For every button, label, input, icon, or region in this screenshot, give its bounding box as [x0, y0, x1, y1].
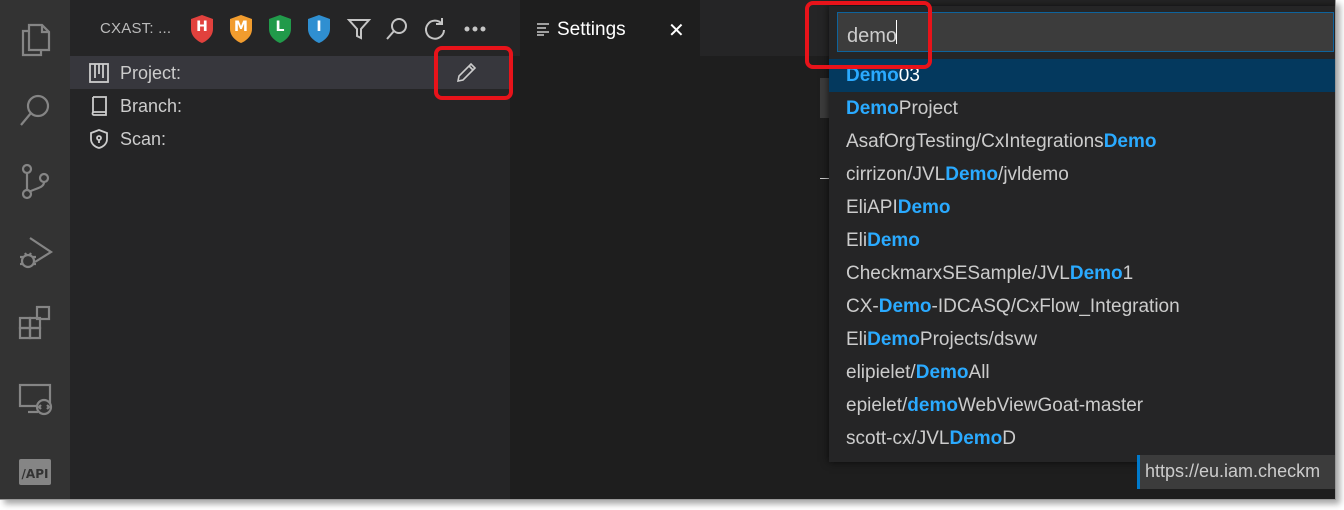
item-text-pre: AsafOrgTesting/CxIntegrations — [846, 131, 1104, 152]
source-control-icon[interactable] — [0, 148, 70, 214]
tree-item-scan[interactable]: Scan: — [70, 122, 510, 155]
badge-letter: L — [275, 19, 285, 35]
quick-pick-item[interactable]: elipielet/DemoAll — [829, 356, 1335, 389]
item-text-match: Demo — [878, 296, 932, 317]
item-text-match: Demo — [867, 230, 920, 251]
item-text-match: Demo — [1069, 263, 1123, 284]
item-text-match: Demo — [846, 98, 899, 119]
tab-label: Settings — [557, 19, 626, 40]
badge-letter: I — [316, 19, 322, 35]
low-severity-filter-icon[interactable]: L — [267, 14, 293, 44]
info-severity-filter-icon[interactable]: I — [306, 14, 332, 44]
item-text-match: demo — [907, 395, 958, 416]
more-actions-icon[interactable] — [462, 16, 488, 42]
quick-pick-item[interactable]: EliAPIDemo — [829, 191, 1335, 224]
quick-pick-item[interactable]: EliDemo — [829, 224, 1335, 257]
search-icon[interactable] — [384, 16, 410, 42]
tree-item-label: Scan: — [120, 129, 167, 149]
item-text-match: Demo — [949, 428, 1003, 449]
shield-icon — [88, 128, 110, 150]
item-text-post: /jvldemo — [998, 164, 1069, 185]
activity-bar: /API — [0, 0, 70, 499]
quick-pick-item[interactable]: CheckmarxSESample/JVLDemo1 — [829, 257, 1335, 290]
item-text-match: Demo — [915, 362, 969, 383]
api-icon[interactable]: /API — [0, 438, 70, 499]
project-board-icon — [88, 62, 110, 84]
annotation-highlight-edit — [434, 46, 513, 100]
item-text-pre: epielet/ — [846, 395, 908, 416]
item-text-pre: Eli — [846, 329, 868, 350]
item-text-pre: cirrizon/JVL — [846, 164, 946, 185]
item-text-post: WebViewGoat-master — [957, 395, 1144, 416]
sidebar-title: CXAST: ... — [100, 20, 172, 37]
high-severity-filter-icon[interactable]: H — [189, 14, 215, 44]
vscode-window: /API CXAST: ... H M L I Project: Branch:… — [0, 0, 1336, 500]
item-text-pre: CX- — [846, 296, 879, 317]
item-text-match: Demo — [1103, 131, 1157, 152]
tab-settings[interactable]: Settings ✕ — [520, 0, 700, 56]
explorer-icon[interactable] — [0, 6, 70, 72]
annotation-highlight-input — [805, 1, 932, 69]
item-text-pre: Eli — [846, 230, 868, 251]
search-icon[interactable] — [0, 77, 70, 143]
item-text-match: Demo — [867, 329, 920, 350]
item-text-post: Projects/dsvw — [919, 329, 1038, 350]
item-text-post: -IDCASQ/CxFlow_Integration — [931, 296, 1180, 317]
close-icon[interactable]: ✕ — [668, 18, 685, 42]
item-text-pre: EliAPI — [846, 197, 898, 218]
run-debug-icon[interactable] — [0, 219, 70, 285]
item-text-pre: scott-cx/JVL — [846, 428, 950, 449]
item-text-match: Demo — [897, 197, 951, 218]
api-icon-label: /API — [22, 467, 49, 481]
badge-letter: M — [234, 19, 248, 35]
quick-pick-item[interactable]: CX-Demo-IDCASQ/CxFlow_Integration — [829, 290, 1335, 323]
quick-pick-item[interactable]: AsafOrgTesting/CxIntegrationsDemo — [829, 125, 1335, 158]
item-text-post: All — [968, 362, 990, 383]
item-text-pre: elipielet/ — [846, 362, 916, 383]
filter-icon[interactable] — [346, 16, 372, 42]
quick-pick: Demo03DemoProjectAsafOrgTesting/CxIntegr… — [829, 6, 1335, 462]
extensions-icon[interactable] — [0, 290, 70, 356]
quick-pick-item[interactable]: EliDemoProjects/dsvw — [829, 323, 1335, 356]
book-icon — [88, 95, 110, 117]
item-text-post: Project — [898, 98, 958, 119]
medium-severity-filter-icon[interactable]: M — [228, 14, 254, 44]
item-text-post: 1 — [1122, 263, 1134, 284]
remote-explorer-icon[interactable] — [0, 365, 70, 431]
quick-pick-item[interactable]: DemoProject — [829, 92, 1335, 125]
auth-url-field[interactable]: https://eu.iam.checkm — [1137, 455, 1335, 489]
refresh-icon[interactable] — [422, 16, 448, 42]
item-text-pre: CheckmarxSESample/JVL — [846, 263, 1070, 284]
quick-pick-item[interactable]: cirrizon/JVLDemo/jvldemo — [829, 158, 1335, 191]
item-text-match: Demo — [945, 164, 999, 185]
item-text-post: D — [1002, 428, 1017, 449]
settings-editor-icon — [537, 23, 549, 36]
tree-item-label: Branch: — [120, 96, 183, 116]
badge-letter: H — [196, 19, 208, 35]
tree-item-label: Project: — [120, 63, 182, 83]
quick-pick-item[interactable]: scott-cx/JVLDemoD — [829, 422, 1335, 455]
quick-pick-item[interactable]: epielet/demoWebViewGoat-master — [829, 389, 1335, 422]
